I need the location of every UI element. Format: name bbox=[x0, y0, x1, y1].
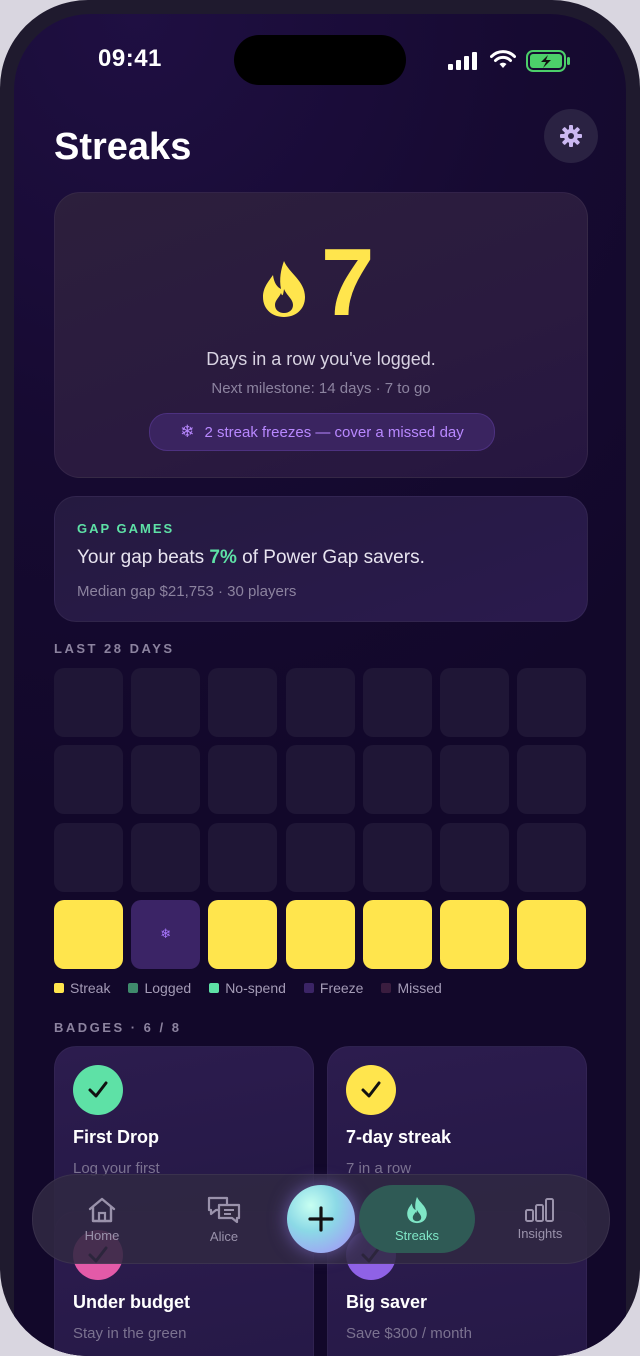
gap-games-meta: Median gap $21,753 · 30 players bbox=[77, 583, 297, 600]
badge-check-icon bbox=[346, 1065, 396, 1115]
streak-count: 7 bbox=[321, 229, 375, 336]
legend-swatch bbox=[209, 983, 220, 993]
legend-label: No-spend bbox=[225, 980, 286, 996]
next-milestone: Next milestone: 14 days · 7 to go bbox=[211, 380, 431, 397]
legend-item: No-spend bbox=[209, 980, 286, 996]
tab-bar: Home Alice Streaks Insights bbox=[32, 1174, 610, 1264]
flame-icon bbox=[407, 1196, 427, 1223]
calendar-day-missed bbox=[131, 668, 201, 737]
calendar-day-missed bbox=[517, 822, 587, 892]
legend-swatch bbox=[381, 983, 392, 993]
home-icon bbox=[88, 1197, 116, 1222]
phone-frame: 09:41 Streaks 7 Days in a row you've log… bbox=[0, 0, 640, 1356]
calendar-day-missed bbox=[131, 822, 201, 892]
calendar-day-missed bbox=[208, 745, 278, 815]
legend-item: Logged bbox=[128, 980, 191, 996]
calendar-day-missed bbox=[362, 822, 432, 892]
gap-percentile: 7% bbox=[209, 547, 237, 568]
legend-swatch bbox=[303, 983, 314, 993]
tab-streaks[interactable]: Streaks bbox=[359, 1185, 475, 1253]
calendar-day-missed bbox=[285, 745, 355, 815]
bar-chart-icon bbox=[525, 1197, 554, 1222]
gear-icon bbox=[560, 125, 582, 147]
battery-icon bbox=[526, 50, 570, 72]
calendar-day-freeze: ❄ bbox=[131, 899, 201, 969]
legend-label: Logged bbox=[144, 980, 192, 996]
calendar-day-missed bbox=[285, 668, 355, 737]
gap-text-prefix: Your gap beats bbox=[77, 547, 210, 568]
flame-icon bbox=[263, 261, 305, 317]
streak-subtitle: Days in a row you've logged. bbox=[206, 349, 436, 369]
calendar-day-streak bbox=[517, 899, 587, 969]
legend-swatch bbox=[54, 983, 64, 993]
calendar-day-missed bbox=[362, 745, 432, 815]
badge-check-icon bbox=[73, 1065, 123, 1115]
calendar-day-missed bbox=[131, 745, 201, 815]
calendar-day-missed bbox=[517, 668, 587, 737]
badge-title: First Drop bbox=[73, 1127, 160, 1147]
snowflake-icon: ❄ bbox=[160, 926, 172, 942]
calendar-day-missed bbox=[54, 668, 123, 737]
history-title: LAST 28 DAYS bbox=[54, 641, 175, 656]
calendar-day-streak bbox=[440, 899, 509, 969]
calendar-day-missed bbox=[517, 745, 587, 815]
chat-icon bbox=[207, 1196, 241, 1223]
page-title: Streaks bbox=[54, 126, 192, 168]
badge-description: Stay in the green bbox=[73, 1325, 187, 1342]
streak-freeze-pill[interactable]: ❄ 2 streak freezes — cover a missed day bbox=[149, 413, 495, 451]
streak-hero-card: 7 Days in a row you've logged. Next mile… bbox=[54, 192, 588, 478]
badge-title: Big saver bbox=[346, 1292, 428, 1312]
calendar-legend: Streak Logged No-spend Freeze Missed bbox=[54, 980, 442, 996]
tab-alice[interactable]: Alice bbox=[169, 1175, 279, 1263]
legend-label: Freeze bbox=[319, 980, 364, 996]
calendar-day-streak bbox=[54, 899, 123, 969]
calendar-day-missed bbox=[208, 822, 278, 892]
plus-icon bbox=[308, 1206, 334, 1232]
add-button[interactable] bbox=[287, 1185, 355, 1253]
calendar-day-streak bbox=[208, 899, 278, 969]
status-time: 09:41 bbox=[98, 45, 162, 72]
gap-games-card[interactable]: GAP GAMES Your gap beats 7% of Power Gap… bbox=[54, 496, 588, 622]
gap-games-label: GAP GAMES bbox=[77, 521, 175, 536]
legend-label: Streak bbox=[70, 980, 111, 996]
calendar-day-streak bbox=[285, 899, 355, 969]
tab-home-label: Home bbox=[84, 1227, 120, 1243]
screen: 09:41 Streaks 7 Days in a row you've log… bbox=[14, 14, 626, 1356]
gap-games-text: Your gap beats 7% of Power Gap savers. bbox=[77, 547, 425, 569]
legend-item: Missed bbox=[381, 980, 442, 996]
gap-text-suffix: of Power Gap savers. bbox=[236, 547, 425, 568]
tab-streaks-label: Streaks bbox=[394, 1227, 440, 1243]
badge-title: Under budget bbox=[73, 1292, 190, 1312]
calendar-day-missed bbox=[440, 822, 509, 892]
calendar-day-missed bbox=[208, 668, 278, 737]
calendar-day-missed bbox=[440, 745, 509, 815]
calendar-day-missed bbox=[285, 822, 355, 892]
tab-insights-label: Insights bbox=[517, 1225, 563, 1241]
calendar-day-missed bbox=[440, 668, 509, 737]
legend-swatch bbox=[128, 983, 139, 993]
calendar-day-missed bbox=[54, 745, 123, 815]
badge-title: 7-day streak bbox=[346, 1127, 452, 1147]
calendar-day-streak bbox=[362, 899, 432, 969]
legend-item: Freeze bbox=[303, 980, 364, 996]
calendar-day-missed bbox=[54, 822, 123, 892]
badge-description: Save $300 / month bbox=[346, 1325, 472, 1342]
freeze-text: 2 streak freezes — cover a missed day bbox=[204, 423, 464, 441]
legend-label: Missed bbox=[397, 980, 442, 996]
dynamic-island bbox=[234, 35, 406, 85]
wifi-icon bbox=[490, 50, 516, 68]
tab-home[interactable]: Home bbox=[47, 1175, 157, 1263]
legend-item: Streak bbox=[54, 980, 110, 996]
badges-title: BADGES · 6 / 8 bbox=[54, 1020, 182, 1035]
settings-button[interactable] bbox=[544, 109, 598, 163]
tab-alice-label: Alice bbox=[209, 1228, 239, 1244]
signal-icon bbox=[448, 52, 477, 70]
tab-insights[interactable]: Insights bbox=[485, 1175, 595, 1263]
snowflake-icon: ❄ bbox=[180, 422, 195, 441]
calendar-day-missed bbox=[362, 668, 432, 737]
